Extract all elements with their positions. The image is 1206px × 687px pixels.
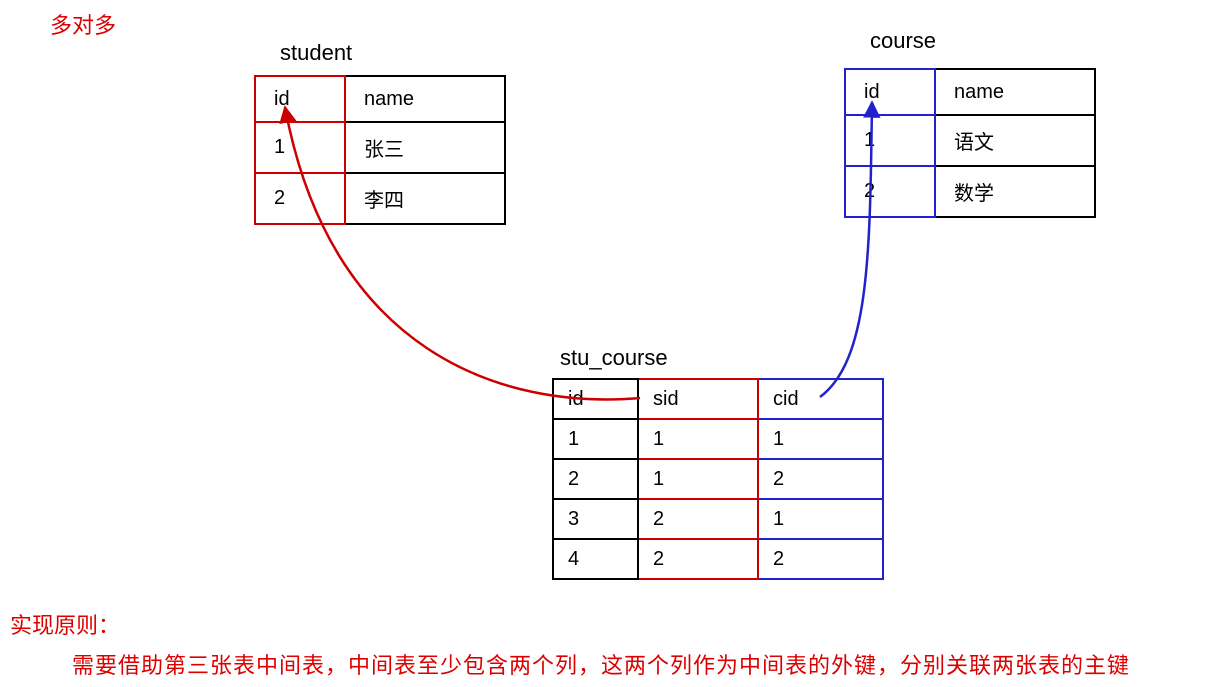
table-row: 3 2 1 (553, 499, 883, 539)
cell: 张三 (345, 122, 505, 173)
stucourse-header-id: id (553, 379, 638, 419)
course-header-id: id (845, 69, 935, 115)
student-table: id name 1 张三 2 李四 (254, 75, 506, 225)
cell: 3 (553, 499, 638, 539)
cell: 1 (255, 122, 345, 173)
cell: 2 (758, 459, 883, 499)
student-table-label: student (280, 40, 352, 66)
cell: 1 (758, 419, 883, 459)
stucourse-header-sid: sid (638, 379, 758, 419)
student-header-name: name (345, 76, 505, 122)
cell: 2 (638, 499, 758, 539)
course-header-name: name (935, 69, 1095, 115)
cell: 1 (638, 419, 758, 459)
student-header-id: id (255, 76, 345, 122)
table-row: 1 1 1 (553, 419, 883, 459)
table-row: 1 语文 (845, 115, 1095, 166)
table-row: id sid cid (553, 379, 883, 419)
cell: 2 (845, 166, 935, 217)
cell: 李四 (345, 173, 505, 224)
cell: 2 (255, 173, 345, 224)
table-row: 1 张三 (255, 122, 505, 173)
course-table: id name 1 语文 2 数学 (844, 68, 1096, 218)
cell: 1 (758, 499, 883, 539)
stucourse-table: id sid cid 1 1 1 2 1 2 3 2 1 4 2 2 (552, 378, 884, 580)
table-row: 2 李四 (255, 173, 505, 224)
cell: 1 (638, 459, 758, 499)
table-row: 4 2 2 (553, 539, 883, 579)
table-row: 2 数学 (845, 166, 1095, 217)
table-row: 2 1 2 (553, 459, 883, 499)
cell: 4 (553, 539, 638, 579)
course-table-label: course (870, 28, 936, 54)
cell: 2 (638, 539, 758, 579)
stucourse-table-label: stu_course (560, 345, 668, 371)
principle-text: 需要借助第三张表中间表，中间表至少包含两个列，这两个列作为中间表的外键，分别关联… (72, 648, 1130, 680)
table-row: id name (845, 69, 1095, 115)
cell: 2 (758, 539, 883, 579)
cell: 2 (553, 459, 638, 499)
diagram-canvas: 多对多 student id name 1 张三 2 李四 course id … (0, 0, 1206, 687)
stucourse-header-cid: cid (758, 379, 883, 419)
cell: 语文 (935, 115, 1095, 166)
cell: 1 (553, 419, 638, 459)
diagram-title: 多对多 (50, 8, 116, 40)
table-row: id name (255, 76, 505, 122)
cell: 数学 (935, 166, 1095, 217)
cell: 1 (845, 115, 935, 166)
principle-label: 实现原则： (10, 608, 120, 640)
